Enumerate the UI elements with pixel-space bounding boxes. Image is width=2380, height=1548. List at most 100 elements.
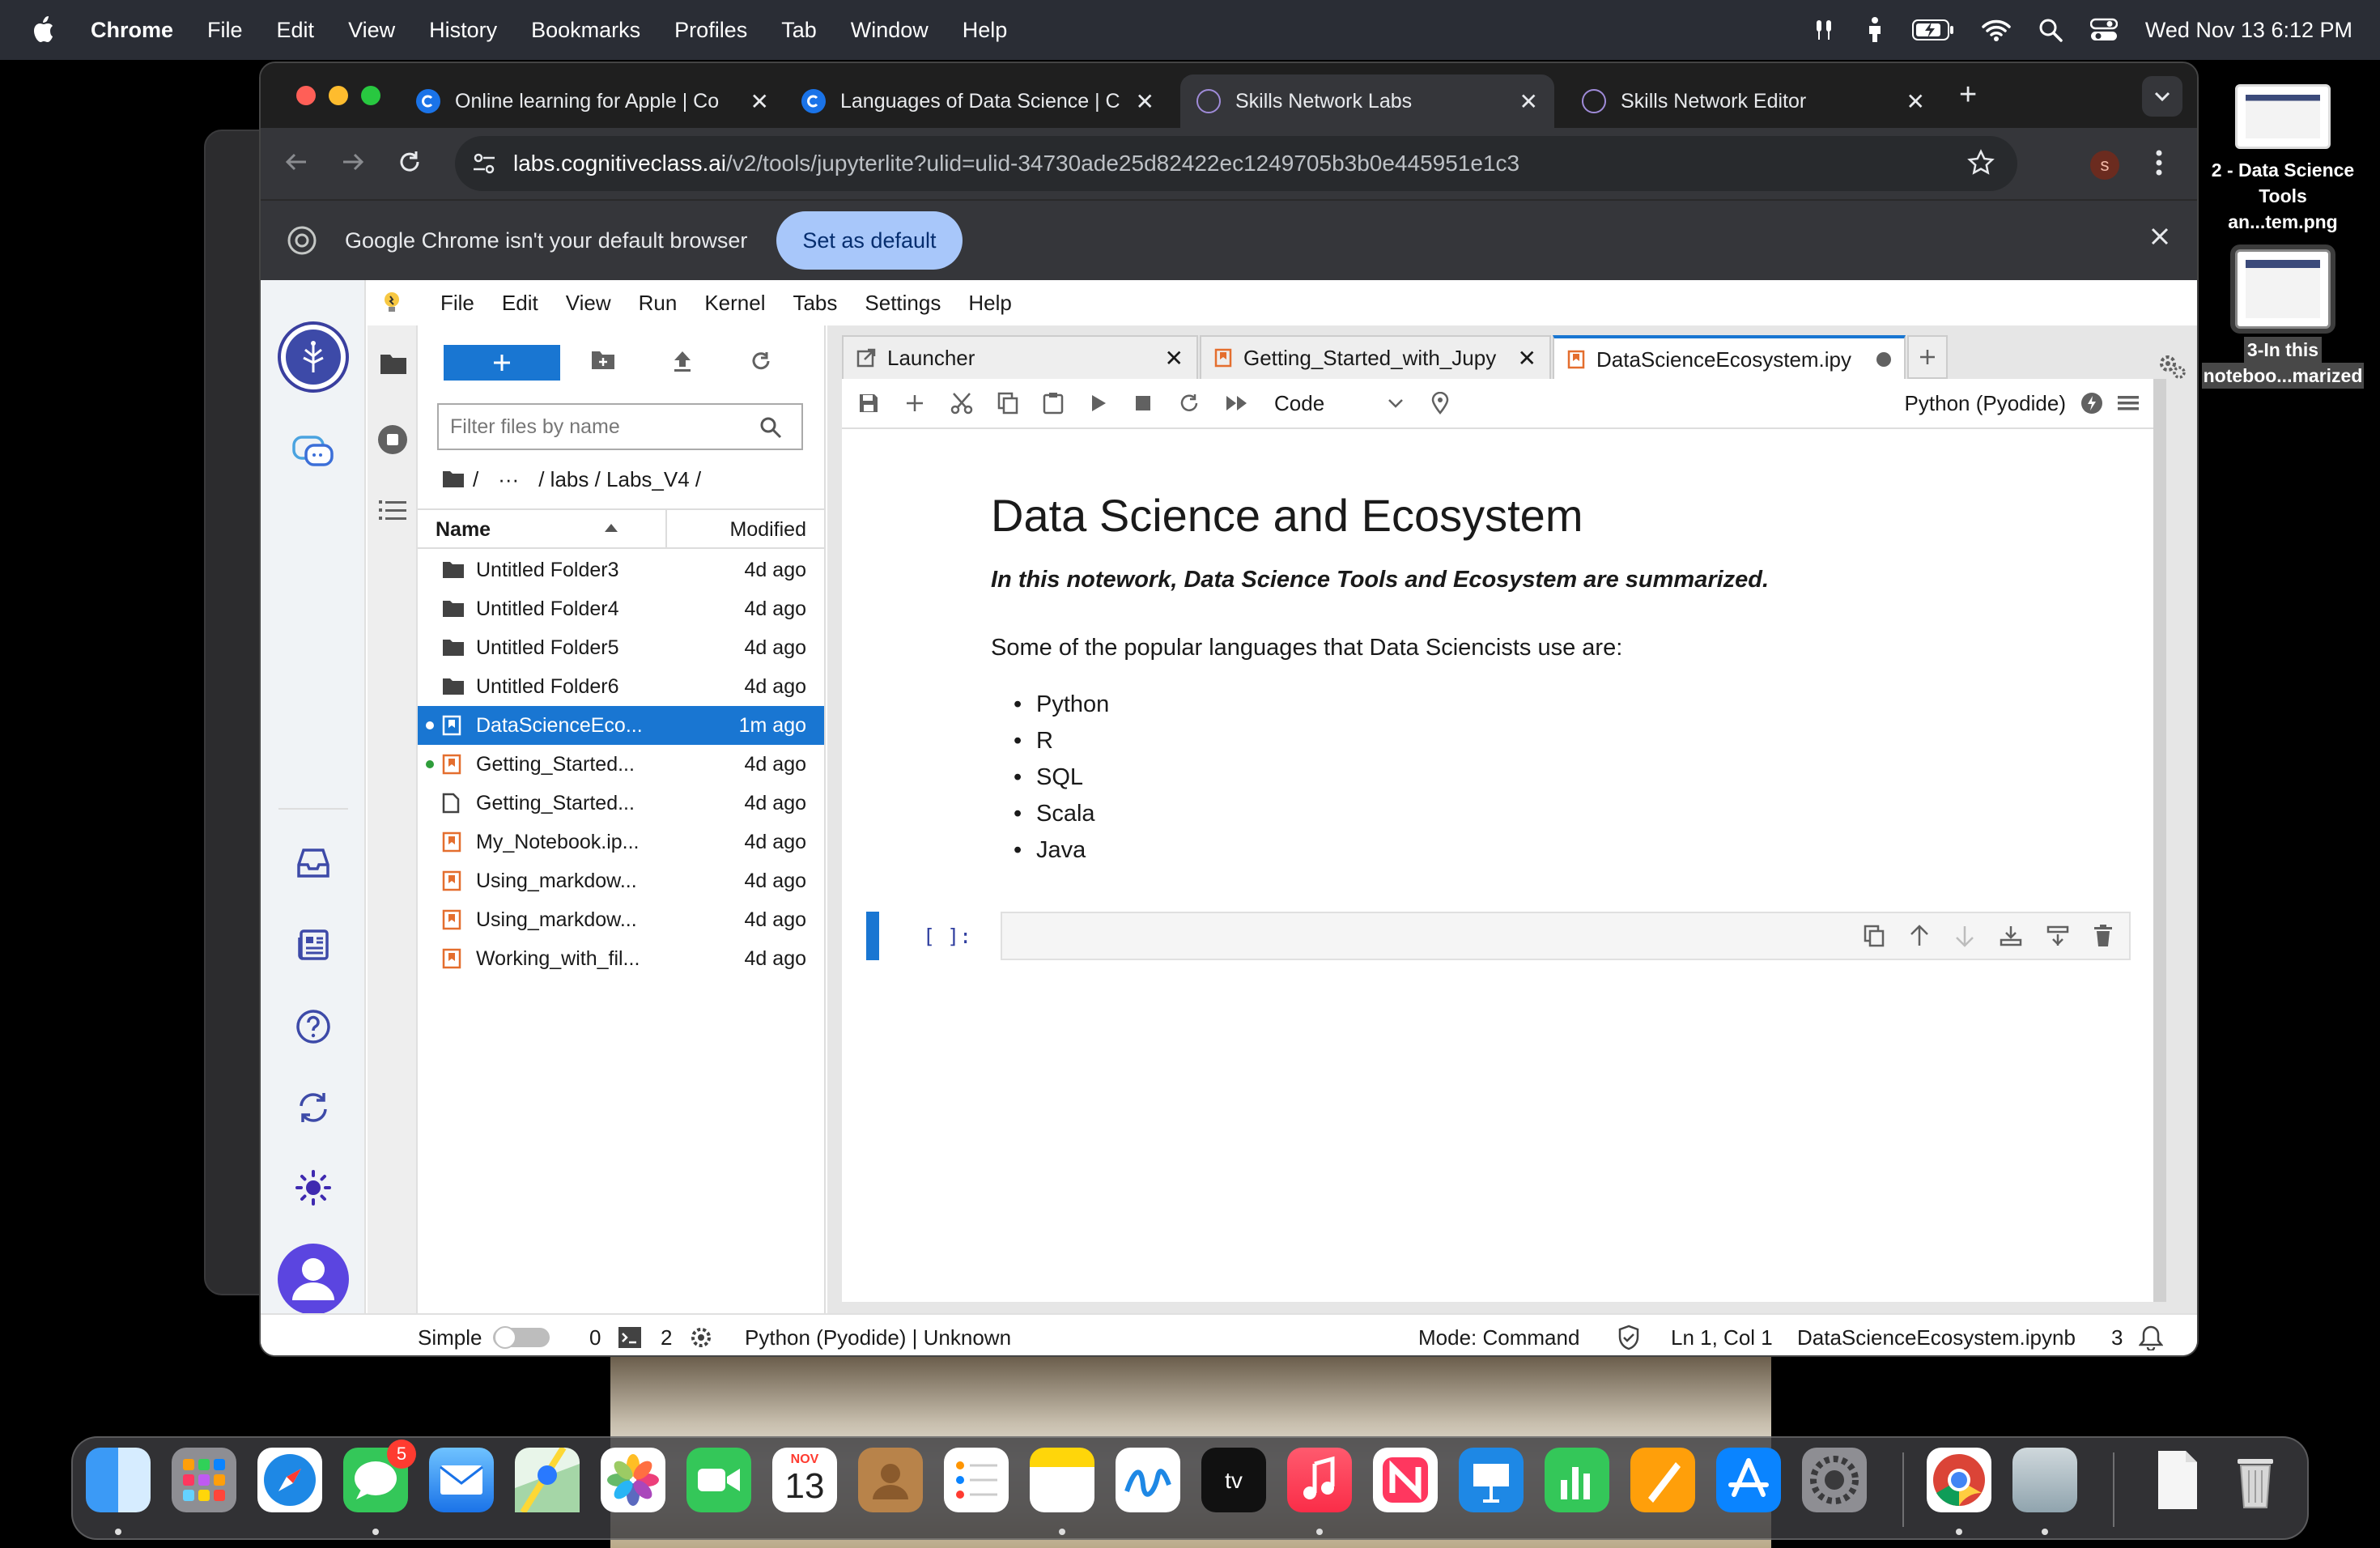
jupyter-menu-settings[interactable]: Settings bbox=[865, 291, 941, 316]
browser-tab-languages[interactable]: Languages of Data Science | C ✕ bbox=[785, 74, 1171, 128]
breadcrumb-root[interactable]: / bbox=[473, 467, 478, 492]
back-arrow-icon[interactable] bbox=[283, 149, 309, 175]
notebook-scrollbar[interactable] bbox=[2153, 379, 2166, 1302]
system-settings-dock-icon[interactable] bbox=[1802, 1448, 1867, 1512]
terminal-icon[interactable] bbox=[618, 1315, 641, 1355]
property-inspector-gears-icon[interactable] bbox=[2158, 353, 2187, 381]
pages-dock-icon[interactable] bbox=[1630, 1448, 1695, 1512]
running-kernels-stop-icon[interactable] bbox=[377, 424, 408, 455]
battery-icon[interactable] bbox=[1911, 19, 1954, 40]
mail-dock-icon[interactable] bbox=[429, 1448, 494, 1512]
music-dock-icon[interactable] bbox=[1287, 1448, 1352, 1512]
move-cell-up-icon[interactable] bbox=[1909, 925, 1930, 947]
close-infobar-icon[interactable] bbox=[2150, 227, 2170, 246]
trusted-shield-icon[interactable] bbox=[1617, 1315, 1640, 1355]
notes-dock-icon[interactable] bbox=[1030, 1448, 1094, 1512]
close-window-button[interactable] bbox=[296, 86, 316, 105]
terminal-count[interactable]: 0 bbox=[589, 1315, 601, 1355]
move-cell-down-icon[interactable] bbox=[1954, 925, 1975, 947]
jupyter-menu-file[interactable]: File bbox=[440, 291, 474, 316]
new-tab-icon[interactable]: + bbox=[1959, 78, 1977, 113]
file-row-file[interactable]: Getting_Started... 4d ago bbox=[418, 784, 824, 823]
new-launcher-button[interactable] bbox=[444, 345, 560, 381]
breadcrumb-path[interactable]: / labs / Labs_V4 / bbox=[538, 467, 701, 492]
apple-tv-dock-icon[interactable]: tv bbox=[1201, 1448, 1266, 1512]
person-status-icon[interactable] bbox=[1865, 16, 1885, 44]
unsaved-changes-dot-icon[interactable] bbox=[1876, 352, 1891, 367]
kernel-gear-icon[interactable] bbox=[690, 1315, 712, 1355]
file-row-notebook[interactable]: Using_markdow... 4d ago bbox=[418, 900, 824, 939]
menubar-app-name[interactable]: Chrome bbox=[91, 18, 173, 43]
maps-dock-icon[interactable] bbox=[515, 1448, 580, 1512]
file-row-notebook-selected[interactable]: DataScienceEco... 1m ago bbox=[418, 706, 824, 745]
cut-icon[interactable] bbox=[950, 392, 973, 415]
spotlight-search-icon[interactable] bbox=[2038, 18, 2063, 42]
file-row-folder[interactable]: Untitled Folder3 4d ago bbox=[418, 551, 824, 589]
active-cell-collapser[interactable] bbox=[866, 912, 879, 960]
menubar-history[interactable]: History bbox=[429, 18, 497, 43]
address-bar[interactable]: labs.cognitiveclass.ai/v2/tools/jupyterl… bbox=[455, 136, 2017, 191]
desktop-file-screenshot-3[interactable]: 3-In this noteboo...marized bbox=[2202, 249, 2364, 389]
close-tab-icon[interactable]: ✕ bbox=[750, 88, 769, 115]
refresh-file-list-icon[interactable] bbox=[750, 350, 772, 372]
safari-dock-icon[interactable] bbox=[257, 1448, 322, 1512]
downloads-stack-icon[interactable] bbox=[2145, 1448, 2210, 1512]
doc-tab-getting-started[interactable]: Getting_Started_with_Jupy ✕ bbox=[1200, 335, 1551, 379]
close-tab-icon[interactable]: ✕ bbox=[1519, 88, 1538, 115]
kernel-name[interactable]: Python (Pyodide) bbox=[1905, 391, 2066, 416]
cell-type-dropdown[interactable]: Code bbox=[1274, 391, 1404, 416]
minimize-window-button[interactable] bbox=[329, 86, 348, 105]
file-row-notebook[interactable]: Using_markdow... 4d ago bbox=[418, 861, 824, 900]
insert-cell-above-icon[interactable] bbox=[2000, 925, 2022, 947]
bell-icon[interactable] bbox=[2139, 1315, 2163, 1355]
new-folder-icon[interactable] bbox=[591, 350, 615, 371]
news-dock-icon[interactable] bbox=[1373, 1448, 1438, 1512]
menubar-bookmarks[interactable]: Bookmarks bbox=[531, 18, 640, 43]
file-browser-folder-icon[interactable] bbox=[379, 351, 408, 376]
tab-search-chevron-icon[interactable] bbox=[2142, 76, 2182, 117]
numbers-dock-icon[interactable] bbox=[1545, 1448, 1609, 1512]
close-tab-icon[interactable]: ✕ bbox=[1136, 88, 1154, 115]
restart-run-all-fast-forward-icon[interactable] bbox=[1226, 394, 1248, 412]
jupyter-menu-view[interactable]: View bbox=[566, 291, 611, 316]
save-icon[interactable] bbox=[858, 393, 879, 414]
skills-network-logo-icon[interactable] bbox=[261, 321, 366, 393]
user-avatar-icon[interactable] bbox=[261, 1242, 366, 1316]
browser-tab-skills-network-labs[interactable]: Skills Network Labs ✕ bbox=[1180, 74, 1554, 128]
close-doc-tab-icon[interactable]: ✕ bbox=[1518, 345, 1536, 372]
jupyter-menu-tabs[interactable]: Tabs bbox=[793, 291, 837, 316]
bookmark-star-icon[interactable] bbox=[1967, 149, 1995, 176]
theme-toggle-sun-icon[interactable] bbox=[261, 1169, 366, 1206]
launchpad-dock-icon[interactable] bbox=[172, 1448, 236, 1512]
forward-arrow-icon[interactable] bbox=[340, 149, 366, 175]
keynote-dock-icon[interactable] bbox=[1459, 1448, 1524, 1512]
menubar-file[interactable]: File bbox=[207, 18, 243, 43]
menubar-edit[interactable]: Edit bbox=[277, 18, 315, 43]
kernel-count[interactable]: 2 bbox=[661, 1315, 672, 1355]
menubar-tab[interactable]: Tab bbox=[781, 18, 817, 43]
menubar-view[interactable]: View bbox=[348, 18, 395, 43]
contacts-dock-icon[interactable] bbox=[858, 1448, 923, 1512]
home-folder-icon[interactable] bbox=[442, 470, 465, 488]
notification-count[interactable]: 3 bbox=[2111, 1315, 2123, 1355]
table-of-contents-icon[interactable] bbox=[379, 499, 406, 521]
photos-dock-icon[interactable] bbox=[601, 1448, 665, 1512]
chrome-dock-icon[interactable] bbox=[1927, 1448, 1991, 1512]
jupyter-menu-run[interactable]: Run bbox=[639, 291, 678, 316]
copy-icon[interactable] bbox=[997, 392, 1018, 415]
file-row-notebook[interactable]: My_Notebook.ip... 4d ago bbox=[418, 823, 824, 861]
kebab-menu-icon[interactable] bbox=[2155, 149, 2163, 176]
menubar-help[interactable]: Help bbox=[963, 18, 1008, 43]
inbox-icon[interactable] bbox=[261, 847, 366, 879]
menubar-window[interactable]: Window bbox=[851, 18, 929, 43]
menubar-clock[interactable]: Wed Nov 13 6:12 PM bbox=[2145, 18, 2352, 43]
jupyter-menu-kernel[interactable]: Kernel bbox=[704, 291, 765, 316]
reminders-dock-icon[interactable] bbox=[944, 1448, 1009, 1512]
site-info-icon[interactable] bbox=[471, 151, 497, 176]
notebook-menu-icon[interactable] bbox=[2118, 394, 2139, 412]
map-pin-icon[interactable] bbox=[1431, 392, 1449, 415]
close-tab-icon[interactable]: ✕ bbox=[1906, 88, 1925, 115]
file-row-folder[interactable]: Untitled Folder6 4d ago bbox=[418, 667, 824, 706]
file-row-notebook[interactable]: Working_with_fil... 4d ago bbox=[418, 939, 824, 978]
sort-ascending-icon[interactable] bbox=[604, 523, 618, 533]
